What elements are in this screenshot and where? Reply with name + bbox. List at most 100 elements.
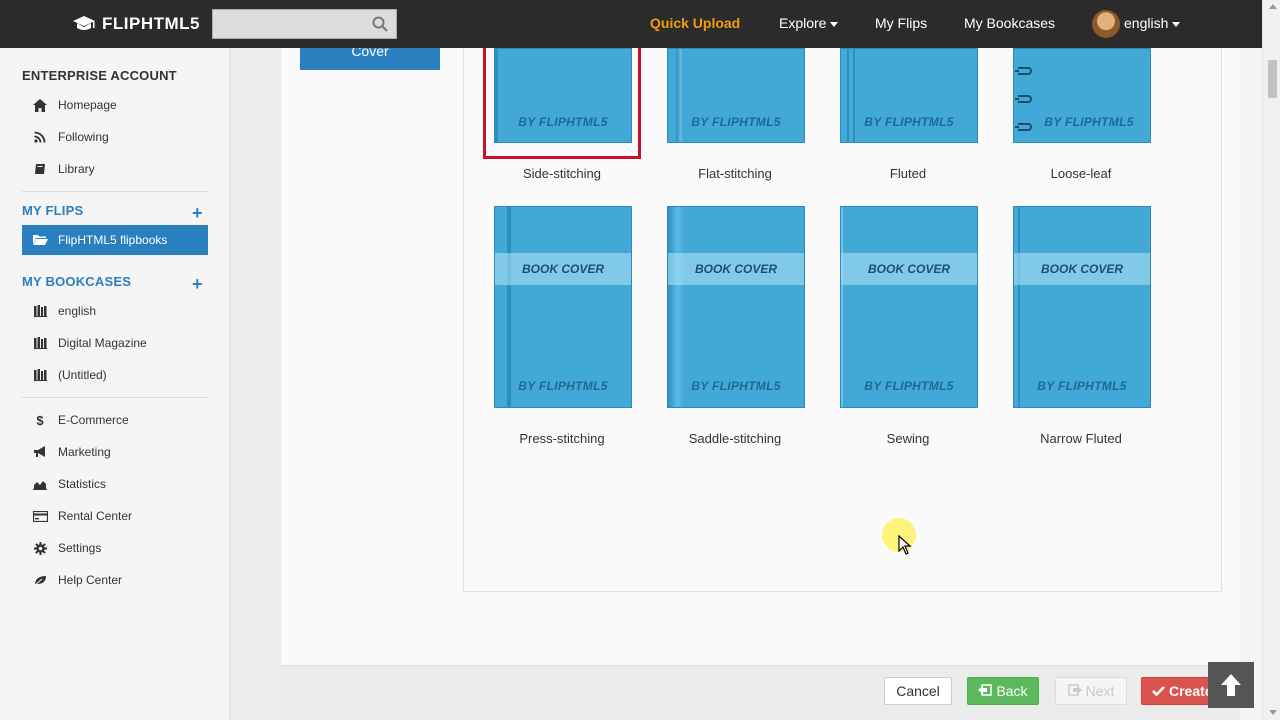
tab-cover-label: Cover bbox=[351, 48, 389, 59]
binding-label-press-stitching: Press-stitching bbox=[519, 431, 605, 446]
nav-explore[interactable]: Explore bbox=[779, 15, 839, 31]
sidebar-item-e-commerce[interactable]: $ E-Commerce bbox=[22, 407, 208, 433]
folder-open-icon bbox=[32, 233, 48, 247]
sidebar-item-label: Settings bbox=[58, 541, 102, 555]
binding-label-flat-stitching: Flat-stitching bbox=[698, 166, 772, 181]
back-arrow-icon bbox=[978, 683, 993, 699]
sidebar-item-settings[interactable]: Settings bbox=[22, 535, 208, 561]
book-icon bbox=[32, 162, 48, 176]
next-button[interactable]: Next bbox=[1055, 677, 1127, 705]
nav-my-bookcases[interactable]: My Bookcases bbox=[964, 15, 1055, 31]
cancel-button[interactable]: Cancel bbox=[884, 677, 952, 705]
scrollbar-thumb[interactable] bbox=[1268, 60, 1277, 98]
next-arrow-icon bbox=[1067, 683, 1082, 699]
back-button[interactable]: Back bbox=[967, 677, 1039, 705]
gear-icon bbox=[32, 541, 48, 555]
sidebar-item-following[interactable]: Following bbox=[22, 124, 208, 150]
page-scrollbar[interactable] bbox=[1262, 0, 1280, 720]
cover-byline: BY FLIPHTML5 bbox=[518, 379, 608, 393]
sidebar-item-label: Following bbox=[58, 130, 109, 144]
sidebar-item-fliphtml5-flipbooks[interactable]: FlipHTML5 flipbooks bbox=[22, 225, 208, 255]
my-bookcases-heading: MY BOOKCASES bbox=[22, 274, 132, 289]
sidebar-item-help-center[interactable]: Help Center bbox=[22, 567, 208, 593]
scroll-up-arrow-icon[interactable] bbox=[1269, 4, 1277, 9]
chevron-down-icon bbox=[1172, 21, 1181, 27]
credit-card-icon bbox=[32, 509, 48, 523]
binding-option-saddle-stitching[interactable]: BOOK COVER BY FLIPHTML5 bbox=[667, 206, 805, 408]
nav-user-menu[interactable]: english bbox=[1124, 15, 1181, 31]
sidebar-item-label: E-Commerce bbox=[58, 413, 129, 427]
bookshelf-icon bbox=[32, 368, 48, 382]
selected-binding-highlight bbox=[483, 48, 641, 159]
sidebar-item-homepage[interactable]: Homepage bbox=[22, 92, 208, 118]
binding-label-narrow-fluted: Narrow Fluted bbox=[1040, 431, 1122, 446]
leaf-icon bbox=[32, 573, 48, 587]
sidebar-item-label: Rental Center bbox=[58, 509, 133, 523]
sidebar-item-label: english bbox=[58, 304, 97, 318]
sidebar-item-rental-center[interactable]: Rental Center bbox=[22, 503, 208, 529]
bookshelf-icon bbox=[32, 304, 48, 318]
dollar-icon: $ bbox=[36, 412, 44, 428]
nav-quick-upload[interactable]: Quick Upload bbox=[650, 15, 740, 31]
sidebar-gutter bbox=[229, 48, 281, 720]
create-button-label: Create bbox=[1169, 683, 1211, 699]
cover-title: BOOK COVER bbox=[867, 262, 950, 276]
binding-label-fluted: Fluted bbox=[889, 166, 927, 181]
binding-label-saddle-stitching: Saddle-stitching bbox=[688, 431, 782, 446]
check-icon bbox=[1152, 684, 1165, 699]
sidebar-item-bookcase-untitled[interactable]: (Untitled) bbox=[22, 362, 208, 388]
sidebar-item-bookcase-digital-magazine[interactable]: Digital Magazine bbox=[22, 330, 208, 356]
mouse-pointer-icon bbox=[898, 535, 912, 555]
nav-my-flips[interactable]: My Flips bbox=[875, 15, 927, 31]
enterprise-account-heading: ENTERPRISE ACCOUNT bbox=[22, 68, 177, 83]
binding-option-sewing[interactable]: BOOK COVER BY FLIPHTML5 bbox=[840, 206, 978, 408]
arrow-up-icon bbox=[1221, 674, 1241, 696]
fliphtml5-logo[interactable]: FLIPHTML5 bbox=[72, 12, 200, 36]
sidebar-item-label: FlipHTML5 flipbooks bbox=[58, 233, 168, 247]
add-flip-icon[interactable]: + bbox=[192, 204, 203, 222]
binding-option-flat-stitching[interactable]: BY FLIPHTML5 bbox=[667, 48, 805, 143]
binding-option-press-stitching[interactable]: BOOK COVER BY FLIPHTML5 bbox=[494, 206, 632, 408]
sidebar-item-label: Marketing bbox=[58, 445, 111, 459]
sidebar-divider bbox=[22, 397, 208, 398]
user-language-label: english bbox=[1124, 15, 1169, 31]
sidebar-item-bookcase-english[interactable]: english bbox=[22, 298, 208, 324]
cover-title: BOOK COVER bbox=[1040, 262, 1123, 276]
binding-option-narrow-fluted[interactable]: BOOK COVER BY FLIPHTML5 bbox=[1013, 206, 1151, 408]
search-input[interactable] bbox=[213, 10, 363, 38]
sidebar-divider bbox=[22, 191, 208, 192]
binding-ring-icon bbox=[1015, 67, 1032, 75]
create-button[interactable]: Create bbox=[1141, 677, 1211, 705]
binding-label-side-stitching: Side-stitching bbox=[522, 166, 602, 181]
add-bookcase-icon[interactable]: + bbox=[192, 275, 203, 293]
sidebar-item-label: Library bbox=[58, 162, 95, 176]
nav-explore-label: Explore bbox=[779, 15, 827, 31]
cover-byline: BY FLIPHTML5 bbox=[691, 379, 781, 393]
sidebar-item-label: Help Center bbox=[58, 573, 123, 587]
search-icon[interactable] bbox=[372, 16, 388, 32]
rss-icon bbox=[32, 130, 48, 144]
home-icon bbox=[32, 98, 48, 112]
sidebar-item-statistics[interactable]: Statistics bbox=[22, 471, 208, 497]
binding-ring-icon bbox=[1015, 95, 1032, 103]
sidebar-item-label: (Untitled) bbox=[58, 368, 107, 382]
sidebar-item-label: Statistics bbox=[58, 477, 107, 491]
cover-title: BOOK COVER bbox=[521, 262, 604, 276]
sidebar-item-marketing[interactable]: Marketing bbox=[22, 439, 208, 465]
back-button-label: Back bbox=[996, 683, 1028, 699]
binding-option-loose-leaf[interactable]: BY FLIPHTML5 bbox=[1013, 48, 1151, 143]
next-button-label: Next bbox=[1085, 683, 1115, 699]
scroll-to-top-button[interactable] bbox=[1208, 662, 1254, 708]
tab-cover[interactable]: Cover bbox=[300, 48, 440, 70]
binding-label-sewing: Sewing bbox=[886, 431, 930, 446]
sidebar-item-library[interactable]: Library bbox=[22, 156, 208, 182]
cover-byline: BY FLIPHTML5 bbox=[1044, 115, 1134, 129]
scroll-down-arrow-icon[interactable] bbox=[1269, 710, 1277, 715]
graduation-cap-icon bbox=[73, 16, 95, 30]
chevron-down-icon bbox=[830, 21, 839, 27]
cover-byline: BY FLIPHTML5 bbox=[691, 115, 781, 129]
cover-byline: BY FLIPHTML5 bbox=[864, 115, 954, 129]
avatar[interactable] bbox=[1092, 10, 1120, 38]
binding-label-loose-leaf: Loose-leaf bbox=[1050, 166, 1112, 181]
binding-option-fluted[interactable]: BY FLIPHTML5 bbox=[840, 48, 978, 143]
